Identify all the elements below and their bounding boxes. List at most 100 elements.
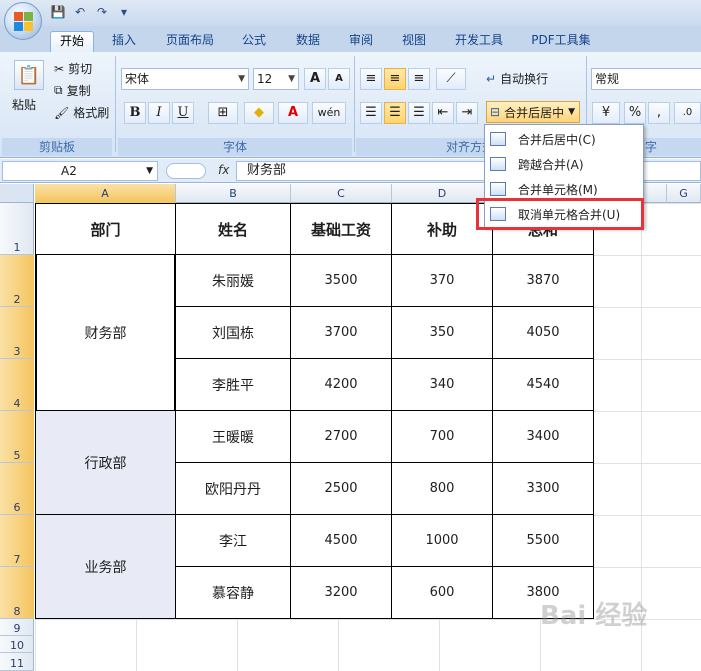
row-header-3[interactable]: 3 <box>0 307 34 359</box>
underline-button[interactable]: U <box>172 102 194 124</box>
merge-center-button[interactable]: ⊟ 合并后居中 ▼ <box>486 101 580 123</box>
italic-button[interactable]: I <box>148 102 170 124</box>
bold-button[interactable]: B <box>124 102 146 124</box>
row-header-11[interactable]: 11 <box>0 653 34 671</box>
total-cell[interactable]: 3400 <box>493 411 594 463</box>
increase-decimal-icon[interactable]: .0 <box>674 102 701 124</box>
row-header-9[interactable]: 9 <box>0 619 34 636</box>
undo-icon[interactable]: ↶ <box>72 4 88 20</box>
paste-button[interactable]: 粘贴 <box>12 96 36 113</box>
base-salary-cell[interactable]: 2700 <box>291 411 392 463</box>
total-cell[interactable]: 5500 <box>493 515 594 567</box>
base-salary-cell[interactable]: 4500 <box>291 515 392 567</box>
select-all-corner[interactable] <box>0 184 34 203</box>
decrease-indent-icon[interactable]: ⇤ <box>432 102 454 124</box>
wrap-text-button[interactable]: ↵ 自动换行 <box>486 70 548 87</box>
paste-icon[interactable]: 📋 <box>14 60 44 90</box>
redo-icon[interactable]: ↷ <box>94 4 110 20</box>
total-cell[interactable]: 4540 <box>493 359 594 411</box>
row-header-7[interactable]: 7 <box>0 515 34 567</box>
menu-item-merge-across[interactable]: 跨越合并(A) <box>485 152 643 176</box>
qat-more-icon[interactable]: ▾ <box>116 4 132 20</box>
row-header-6[interactable]: 6 <box>0 463 34 515</box>
number-format-select[interactable]: 常规 <box>591 68 701 90</box>
currency-icon[interactable]: ¥ <box>592 102 620 124</box>
row-header-10[interactable]: 10 <box>0 636 34 653</box>
column-header-a[interactable]: A <box>35 184 176 203</box>
base-salary-cell[interactable]: 4200 <box>291 359 392 411</box>
tab-view[interactable]: 视图 <box>394 31 434 52</box>
insert-function-icon[interactable]: fx <box>218 163 229 177</box>
bonus-cell[interactable]: 370 <box>392 255 493 307</box>
row-header-5[interactable]: 5 <box>0 411 34 463</box>
row-header-2[interactable]: 2 <box>0 255 34 307</box>
menu-item-merge-center[interactable]: 合并后居中(C) <box>485 127 643 151</box>
align-right-icon[interactable]: ☰ <box>408 102 430 124</box>
name-cell[interactable]: 欧阳丹丹 <box>176 463 291 515</box>
department-cell-finance[interactable]: 财务部 <box>35 255 176 411</box>
name-cell[interactable]: 刘国栋 <box>176 307 291 359</box>
shrink-font-icon[interactable]: A <box>328 68 350 90</box>
border-icon[interactable]: ⊞ <box>208 102 238 124</box>
name-cell[interactable]: 李江 <box>176 515 291 567</box>
formula-resize-icon[interactable] <box>166 163 206 179</box>
format-painter-button[interactable]: 🖌 格式刷 <box>54 104 109 121</box>
column-header-b[interactable]: B <box>176 184 291 203</box>
base-salary-cell[interactable]: 3500 <box>291 255 392 307</box>
tab-data[interactable]: 数据 <box>288 31 328 52</box>
row-header-4[interactable]: 4 <box>0 359 34 411</box>
total-cell[interactable]: 3870 <box>493 255 594 307</box>
bonus-cell[interactable]: 340 <box>392 359 493 411</box>
tab-formulas[interactable]: 公式 <box>234 31 274 52</box>
name-cell[interactable]: 李胜平 <box>176 359 291 411</box>
grow-font-icon[interactable]: A <box>304 68 326 90</box>
tab-developer[interactable]: 开发工具 <box>448 31 510 52</box>
department-cell-admin[interactable]: 行政部 <box>35 411 176 515</box>
increase-indent-icon[interactable]: ⇥ <box>456 102 478 124</box>
font-size-select[interactable]: 12 ▼ <box>253 68 299 90</box>
column-header-g[interactable]: G <box>667 184 701 203</box>
save-icon[interactable]: 💾 <box>50 4 66 20</box>
align-left-icon[interactable]: ☰ <box>360 102 382 124</box>
font-name-select[interactable]: 宋体 ▼ <box>121 68 249 90</box>
name-cell[interactable]: 朱丽媛 <box>176 255 291 307</box>
tab-home[interactable]: 开始 <box>50 31 94 52</box>
bonus-cell[interactable]: 600 <box>392 567 493 619</box>
department-cell-sales[interactable]: 业务部 <box>35 515 176 619</box>
header-cell-base-salary[interactable]: 基础工资 <box>291 203 392 255</box>
header-cell-department[interactable]: 部门 <box>35 203 176 255</box>
name-box[interactable]: A2 ▼ <box>2 161 158 181</box>
align-center-icon[interactable]: ☰ <box>384 102 406 124</box>
bonus-cell[interactable]: 700 <box>392 411 493 463</box>
row-header-8[interactable]: 8 <box>0 567 34 619</box>
font-color-icon[interactable]: A <box>278 102 308 124</box>
align-bottom-icon[interactable]: ≡ <box>408 68 430 90</box>
tab-insert[interactable]: 插入 <box>104 31 144 52</box>
total-cell[interactable]: 4050 <box>493 307 594 359</box>
column-header-c[interactable]: C <box>291 184 392 203</box>
bonus-cell[interactable]: 800 <box>392 463 493 515</box>
bonus-cell[interactable]: 350 <box>392 307 493 359</box>
tab-pdf-tools[interactable]: PDF工具集 <box>524 31 598 52</box>
align-top-icon[interactable]: ≡ <box>360 68 382 90</box>
total-cell[interactable]: 3300 <box>493 463 594 515</box>
cut-button[interactable]: ✂ 剪切 <box>54 60 92 77</box>
comma-button[interactable]: , <box>648 102 670 124</box>
copy-button[interactable]: ⧉ 复制 <box>54 82 91 99</box>
tab-page-layout[interactable]: 页面布局 <box>158 31 222 52</box>
tab-review[interactable]: 审阅 <box>341 31 381 52</box>
orientation-icon[interactable]: ⟋ <box>436 68 466 90</box>
percent-button[interactable]: % <box>624 102 646 124</box>
name-cell[interactable]: 慕容静 <box>176 567 291 619</box>
name-cell[interactable]: 王暖暖 <box>176 411 291 463</box>
phonetic-icon[interactable]: wén <box>312 102 346 124</box>
bonus-cell[interactable]: 1000 <box>392 515 493 567</box>
base-salary-cell[interactable]: 2500 <box>291 463 392 515</box>
base-salary-cell[interactable]: 3700 <box>291 307 392 359</box>
chevron-down-icon[interactable]: ▼ <box>568 107 575 117</box>
row-header-1[interactable]: 1 <box>0 203 34 255</box>
fill-color-icon[interactable]: ◆ <box>244 102 274 124</box>
office-button[interactable] <box>4 2 42 40</box>
base-salary-cell[interactable]: 3200 <box>291 567 392 619</box>
header-cell-name[interactable]: 姓名 <box>176 203 291 255</box>
